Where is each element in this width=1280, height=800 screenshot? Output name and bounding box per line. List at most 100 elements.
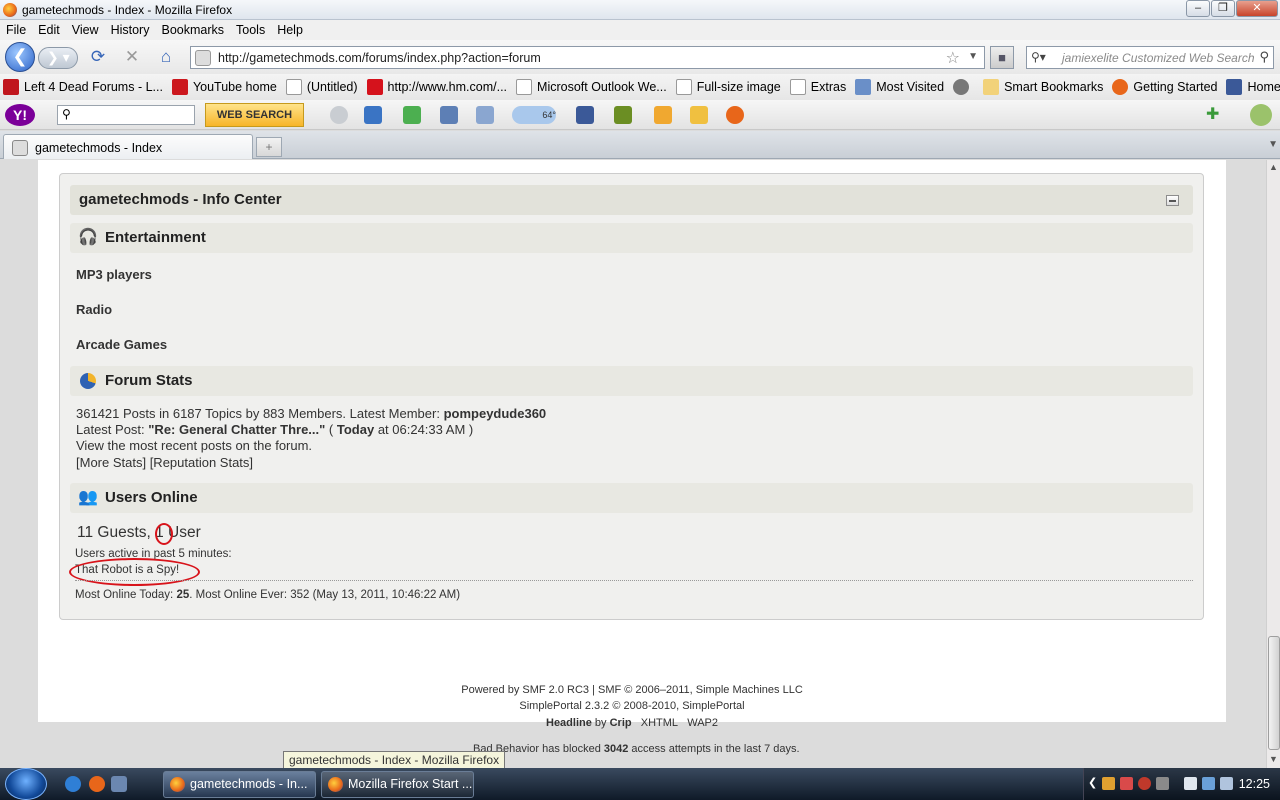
toolbar-settings-icon[interactable] xyxy=(330,106,348,124)
show-desktop-icon[interactable] xyxy=(111,776,127,792)
collapse-icon[interactable] xyxy=(1166,195,1179,206)
firefox-icon[interactable] xyxy=(726,106,744,124)
page-icon xyxy=(789,79,806,95)
scrollbar-thumb[interactable] xyxy=(1268,636,1280,750)
volume-icon[interactable] xyxy=(1220,777,1233,790)
system-tray: ❮ 12:25 xyxy=(1083,768,1280,800)
ticket-icon[interactable] xyxy=(654,106,672,124)
site-identity-icon[interactable] xyxy=(195,50,211,66)
back-button[interactable]: ❮ xyxy=(5,42,35,72)
menu-tools[interactable]: Tools xyxy=(236,23,265,37)
bookmark-item[interactable]: YouTube home xyxy=(171,79,277,95)
add-icon[interactable]: ✚ xyxy=(1206,106,1224,124)
bookmark-item[interactable]: Smart Bookmarks xyxy=(983,79,1103,95)
latest-post-link[interactable]: "Re: General Chatter Thre..." xyxy=(148,422,325,437)
chevron-down-icon[interactable]: ▼ xyxy=(968,51,978,62)
bookmark-item[interactable]: Full-size image xyxy=(675,79,781,95)
network-icon[interactable] xyxy=(1202,777,1215,790)
scroll-up-icon[interactable]: ▲ xyxy=(1269,162,1278,172)
notes-icon[interactable] xyxy=(690,106,708,124)
youtube-icon xyxy=(171,79,188,95)
feed-icon[interactable]: ■ xyxy=(990,46,1014,69)
firefox-icon[interactable] xyxy=(89,776,105,792)
puzzle-icon[interactable] xyxy=(403,106,421,124)
bookmark-star-icon[interactable]: ☆ xyxy=(946,48,960,68)
reload-icon[interactable]: ⟳ xyxy=(88,47,108,67)
stop-icon[interactable]: ✕ xyxy=(122,47,142,67)
clock[interactable]: 12:25 xyxy=(1239,777,1270,791)
minimize-button[interactable]: – xyxy=(1186,0,1210,17)
facebook-icon[interactable] xyxy=(576,106,594,124)
pie-chart-icon xyxy=(80,373,96,389)
recent-posts-link[interactable]: View the most recent posts on the forum. xyxy=(76,438,312,453)
maximize-button[interactable]: ❐ xyxy=(1211,0,1235,17)
bookmark-item[interactable]: Microsoft Outlook We... xyxy=(516,79,667,95)
taskbar-item-firefox-start[interactable]: Mozilla Firefox Start ... xyxy=(321,771,474,798)
footer-theme: Headline by Crip XHTML WAP2 xyxy=(546,717,718,729)
search-placeholder: jamiexelite Customized Web Search xyxy=(1062,51,1255,65)
address-bar[interactable]: http://gametechmods.com/forums/index.php… xyxy=(190,46,985,69)
latest-member-link[interactable]: pompeydude360 xyxy=(444,406,547,421)
search-engine-icon[interactable]: ⚲▾ xyxy=(1031,50,1046,64)
bookmark-item[interactable]: http://www.hm.com/... xyxy=(366,79,507,95)
start-button[interactable] xyxy=(5,768,47,800)
xhtml-link[interactable]: XHTML xyxy=(641,717,678,729)
latest-post-day: Today xyxy=(336,422,375,437)
mp3-players-link[interactable]: MP3 players xyxy=(76,267,152,282)
theme-author-link[interactable]: Crip xyxy=(610,717,632,729)
firefox-icon xyxy=(170,777,185,792)
web-search-button[interactable]: WEB SEARCH xyxy=(205,103,304,127)
menu-file[interactable]: File xyxy=(6,23,26,37)
arcade-games-link[interactable]: Arcade Games xyxy=(76,337,167,352)
menu-help[interactable]: Help xyxy=(277,23,303,37)
bookmark-item[interactable]: Extras xyxy=(789,79,846,95)
search-icon[interactable]: ⚲ xyxy=(1259,49,1269,65)
annotation-circle xyxy=(69,558,200,586)
pages-icon[interactable] xyxy=(476,106,494,124)
bookmark-item[interactable]: Home xyxy=(1226,79,1280,95)
chevron-left-icon[interactable]: ❮ xyxy=(1088,776,1097,789)
tray-app-icon[interactable] xyxy=(1156,777,1169,790)
scroll-down-icon[interactable]: ▼ xyxy=(1269,754,1278,764)
tray-security-icon[interactable] xyxy=(1138,777,1151,790)
hm-icon xyxy=(366,79,383,95)
new-tab-button[interactable]: + xyxy=(256,137,282,157)
mail-icon[interactable] xyxy=(364,106,382,124)
battery-icon[interactable] xyxy=(1184,777,1197,790)
chevron-down-icon[interactable]: ▼ xyxy=(1268,139,1278,150)
save-icon[interactable] xyxy=(440,106,458,124)
bookmark-item[interactable] xyxy=(953,79,974,95)
bookmark-item[interactable]: Most Visited xyxy=(855,79,944,95)
more-stats-link[interactable]: [More Stats] [Reputation Stats] xyxy=(76,455,253,470)
bookmarks-toolbar: Left 4 Dead Forums - L... YouTube home (… xyxy=(0,74,1280,100)
yahoo-logo[interactable]: Y! xyxy=(5,104,35,126)
tray-app-icon[interactable] xyxy=(1120,777,1133,790)
taskbar-item-gametechmods[interactable]: gametechmods - In... xyxy=(163,771,316,798)
tab-gametechmods[interactable]: gametechmods - Index xyxy=(3,134,253,159)
gear-icon[interactable] xyxy=(1250,104,1272,126)
wap2-link[interactable]: WAP2 xyxy=(687,717,718,729)
radio-link[interactable]: Radio xyxy=(76,302,112,317)
vertical-scrollbar[interactable]: ▲ ▼ xyxy=(1266,160,1280,768)
info-center-header: gametechmods - Info Center xyxy=(70,185,1193,215)
menu-bookmarks[interactable]: Bookmarks xyxy=(161,23,224,37)
menu-view[interactable]: View xyxy=(72,23,99,37)
search-box[interactable]: ⚲▾ jamiexelite Customized Web Search ⚲ xyxy=(1026,46,1274,69)
close-button[interactable]: ✕ xyxy=(1236,0,1278,17)
bookmark-item[interactable]: Getting Started xyxy=(1112,79,1217,95)
forward-button[interactable]: ❯ ▾ xyxy=(38,47,78,69)
weather-icon[interactable]: 64° xyxy=(512,106,556,124)
page-icon xyxy=(516,79,533,95)
bookmark-item[interactable]: (Untitled) xyxy=(285,79,358,95)
address-url[interactable]: http://gametechmods.com/forums/index.php… xyxy=(218,51,541,65)
menu-history[interactable]: History xyxy=(111,23,150,37)
page-viewport: gametechmods - Info Center 🎧 Entertainme… xyxy=(0,160,1266,768)
bookmark-item[interactable]: Left 4 Dead Forums - L... xyxy=(3,79,163,95)
divider xyxy=(75,580,1193,581)
ie-icon[interactable] xyxy=(65,776,81,792)
yahoo-search-input[interactable]: ⚲ xyxy=(57,105,195,125)
menu-edit[interactable]: Edit xyxy=(38,23,60,37)
tray-app-icon[interactable] xyxy=(1102,777,1115,790)
games-icon[interactable] xyxy=(614,106,632,124)
home-icon[interactable]: ⌂ xyxy=(156,47,176,67)
